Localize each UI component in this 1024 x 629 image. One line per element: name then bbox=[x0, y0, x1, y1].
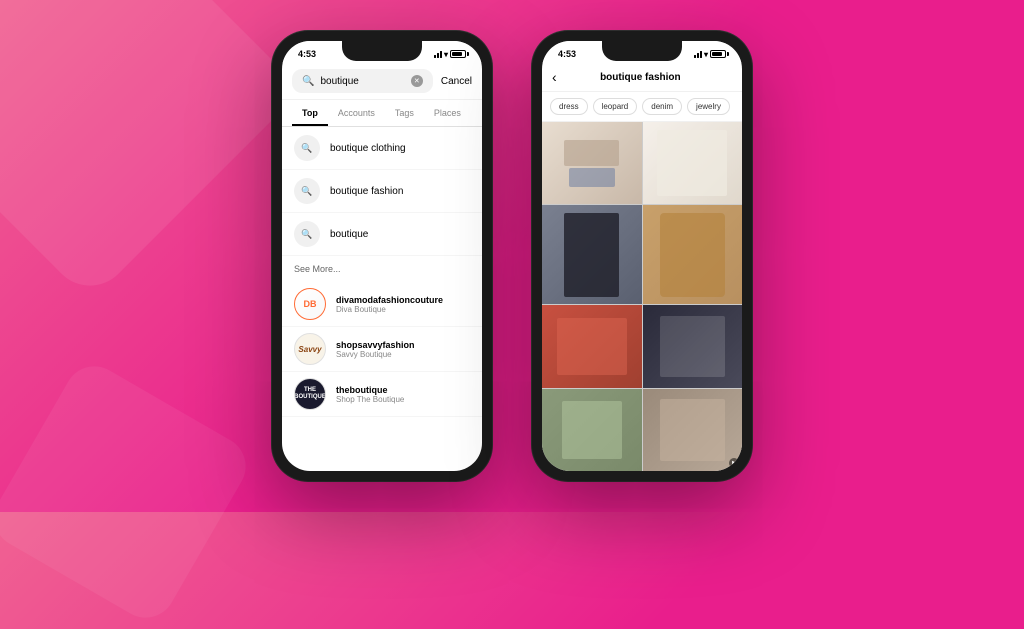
filter-tag-jewelry[interactable]: jewelry bbox=[687, 98, 730, 115]
tab-accounts[interactable]: Accounts bbox=[328, 100, 385, 126]
tab-places[interactable]: Places bbox=[424, 100, 471, 126]
result-search-icon-3: 🔍 bbox=[294, 221, 320, 247]
notch-1 bbox=[342, 41, 422, 61]
account-username-1: divamodafashioncouture bbox=[336, 295, 470, 305]
battery-icon-2 bbox=[710, 50, 726, 58]
wifi-icon: ▾ bbox=[444, 50, 448, 59]
search-result-item-2[interactable]: 🔍 boutique fashion bbox=[282, 170, 482, 213]
photo-cell-7[interactable] bbox=[542, 389, 642, 471]
account-item-1[interactable]: DB divamodafashioncouture Diva Boutique bbox=[282, 282, 482, 327]
signal-bar-1 bbox=[434, 55, 436, 58]
filter-tag-leopard[interactable]: leopard bbox=[593, 98, 638, 115]
fashion-header: ‹ boutique fashion bbox=[542, 63, 742, 92]
result-text-3: boutique bbox=[330, 229, 368, 240]
photo-grid: ▶ bbox=[542, 122, 742, 471]
result-search-icon-1: 🔍 bbox=[294, 135, 320, 161]
status-icons-2: ▾ bbox=[694, 50, 726, 59]
signal-bar-3 bbox=[440, 51, 442, 58]
account-username-3: theboutique bbox=[336, 385, 470, 395]
account-display-2: Savvy Boutique bbox=[336, 350, 470, 359]
account-info-3: theboutique Shop The Boutique bbox=[336, 385, 470, 404]
search-icon: 🔍 bbox=[302, 76, 314, 87]
signal-icon bbox=[434, 50, 442, 58]
signal-bar-2 bbox=[437, 53, 439, 58]
search-bar-area: 🔍 boutique ✕ Cancel bbox=[282, 63, 482, 100]
account-item-3[interactable]: THEBOUTIQUE theboutique Shop The Boutiqu… bbox=[282, 372, 482, 417]
status-bar-1: 4:53 ▾ bbox=[282, 41, 482, 63]
status-time-1: 4:53 bbox=[298, 49, 316, 59]
photo-cell-6[interactable] bbox=[643, 305, 743, 387]
battery-fill bbox=[452, 52, 462, 56]
phone-2-screen: 4:53 ▾ ‹ boutique fashion bbox=[542, 41, 742, 471]
photo-row-4: ▶ bbox=[542, 389, 742, 471]
photo-cell-1[interactable] bbox=[542, 122, 642, 204]
signal-bar-2-2 bbox=[697, 53, 699, 58]
search-input-box[interactable]: 🔍 boutique ✕ bbox=[292, 69, 433, 93]
status-icons-1: ▾ bbox=[434, 50, 466, 59]
phones-container: 4:53 ▾ 🔍 boutique bbox=[272, 31, 752, 481]
account-info-2: shopsavvyfashion Savvy Boutique bbox=[336, 340, 470, 359]
photo-cell-5[interactable] bbox=[542, 305, 642, 387]
battery-fill-2 bbox=[712, 52, 722, 56]
avatar-savvy: Savvy bbox=[294, 333, 326, 365]
account-display-1: Diva Boutique bbox=[336, 305, 470, 314]
status-time-2: 4:53 bbox=[558, 49, 576, 59]
filter-tags: dress leopard denim jewelry bbox=[542, 92, 742, 122]
bg-decoration-2 bbox=[0, 355, 257, 628]
photo-cell-4[interactable] bbox=[643, 205, 743, 304]
photo-cell-2[interactable] bbox=[643, 122, 743, 204]
photo-overlay-8: ▶ bbox=[729, 458, 739, 468]
photo-cell-8[interactable]: ▶ bbox=[643, 389, 743, 471]
filter-tag-denim[interactable]: denim bbox=[642, 98, 682, 115]
see-more-link[interactable]: See More... bbox=[282, 256, 482, 282]
photo-row-2 bbox=[542, 205, 742, 304]
phone-1-screen: 4:53 ▾ 🔍 boutique bbox=[282, 41, 482, 471]
page-title: boutique fashion bbox=[565, 72, 716, 83]
photo-cell-3[interactable] bbox=[542, 205, 642, 304]
search-result-item-3[interactable]: 🔍 boutique bbox=[282, 213, 482, 256]
account-display-3: Shop The Boutique bbox=[336, 395, 470, 404]
search-tabs: Top Accounts Tags Places bbox=[282, 100, 482, 127]
account-info-1: divamodafashioncouture Diva Boutique bbox=[336, 295, 470, 314]
status-bar-2: 4:53 ▾ bbox=[542, 41, 742, 63]
bg-decoration-1 bbox=[0, 0, 302, 302]
account-item-2[interactable]: Savvy shopsavvyfashion Savvy Boutique bbox=[282, 327, 482, 372]
filter-tag-dress[interactable]: dress bbox=[550, 98, 588, 115]
tab-top[interactable]: Top bbox=[292, 100, 328, 126]
search-clear-button[interactable]: ✕ bbox=[411, 75, 423, 87]
search-result-item[interactable]: 🔍 boutique clothing bbox=[282, 127, 482, 170]
signal-bar-2-3 bbox=[700, 51, 702, 58]
back-button[interactable]: ‹ bbox=[552, 69, 557, 85]
battery-icon bbox=[450, 50, 466, 58]
signal-icon-2 bbox=[694, 50, 702, 58]
notch-2 bbox=[602, 41, 682, 61]
tab-tags[interactable]: Tags bbox=[385, 100, 424, 126]
result-text-2: boutique fashion bbox=[330, 186, 403, 197]
photo-row-1 bbox=[542, 122, 742, 204]
search-results-list: 🔍 boutique clothing 🔍 boutique fashion 🔍… bbox=[282, 127, 482, 417]
signal-bar-2-1 bbox=[694, 55, 696, 58]
photo-row-3 bbox=[542, 305, 742, 387]
avatar-diva: DB bbox=[294, 288, 326, 320]
search-query: boutique bbox=[320, 76, 404, 87]
cancel-button[interactable]: Cancel bbox=[441, 76, 472, 87]
wifi-icon-2: ▾ bbox=[704, 50, 708, 59]
avatar-boutique: THEBOUTIQUE bbox=[294, 378, 326, 410]
phone-1: 4:53 ▾ 🔍 boutique bbox=[272, 31, 492, 481]
account-username-2: shopsavvyfashion bbox=[336, 340, 470, 350]
result-text-1: boutique clothing bbox=[330, 143, 406, 154]
phone-2: 4:53 ▾ ‹ boutique fashion bbox=[532, 31, 752, 481]
result-search-icon-2: 🔍 bbox=[294, 178, 320, 204]
